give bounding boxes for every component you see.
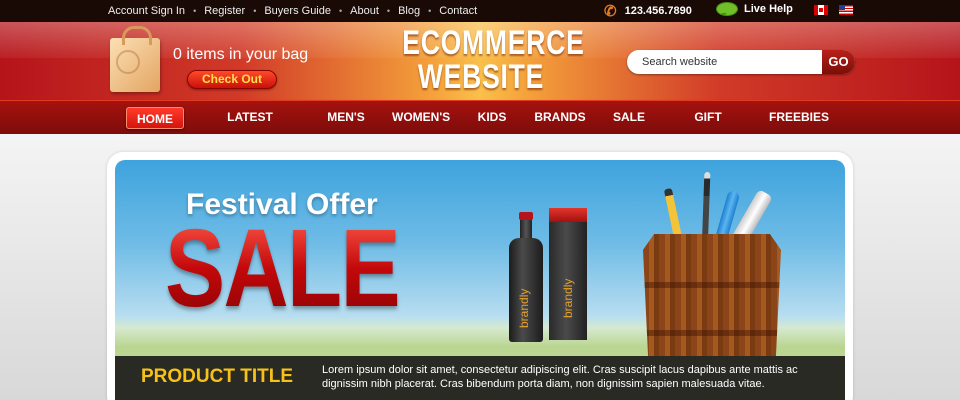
checkout-button[interactable]: Check Out [187, 70, 277, 89]
bottle-label: brandly [517, 288, 531, 328]
pen-cup-image [643, 234, 781, 366]
site-header: 0 items in your bag Check Out ECOMMERCE … [0, 22, 960, 100]
bottle-box-image [549, 208, 587, 340]
live-help-label: Live Help [744, 3, 793, 15]
product-title[interactable]: PRODUCT TITLE [141, 366, 293, 388]
account-sign-in-link[interactable]: Account Sign In [100, 5, 193, 17]
site-logo[interactable]: ECOMMERCE WEBSITE [402, 24, 585, 96]
nav-item-brands[interactable]: BRANDS [534, 101, 586, 135]
search-box: GO [627, 50, 855, 74]
register-link[interactable]: Register [196, 5, 253, 17]
contact-link[interactable]: Contact [431, 5, 485, 17]
nav-item-womens[interactable]: WOMEN'S [392, 101, 450, 135]
nav-item-mens[interactable]: MEN'S [322, 101, 370, 135]
top-bar: Account Sign In • Register • Buyers Guid… [0, 0, 960, 22]
chat-bubble-icon [716, 2, 738, 16]
nav-item-sale[interactable]: SALE [610, 101, 648, 135]
banner-sale-text: SALE [165, 207, 401, 330]
logo-line-1: ECOMMERCE [402, 24, 585, 62]
shopping-bag-icon[interactable] [110, 26, 160, 92]
product-description: Lorem ipsum dolor sit amet, consectetur … [322, 364, 798, 390]
nav-item-home[interactable]: HOME [126, 107, 184, 129]
canada-flag-icon[interactable] [814, 5, 828, 15]
phone-number: ✆ 123.456.7890 [604, 2, 692, 20]
buyers-guide-link[interactable]: Buyers Guide [256, 5, 339, 17]
nav-item-gift-cards[interactable]: GIFT CARDS [672, 101, 744, 157]
phone-icon: ✆ [604, 3, 617, 20]
nav-item-latest-arrivals[interactable]: LATEST ARRIVALS [200, 101, 300, 157]
live-help-button[interactable]: Live Help [716, 2, 793, 16]
search-go-button[interactable]: GO [822, 50, 855, 74]
nav-item-freebies[interactable]: FREEBIES [768, 101, 830, 135]
main-nav: HOME LATEST ARRIVALS MEN'S WOMEN'S KIDS … [0, 100, 960, 157]
box-label: brandly [561, 278, 575, 318]
about-link[interactable]: About [342, 5, 387, 17]
logo-line-2: WEBSITE [417, 58, 545, 96]
cart-count: 0 items in your bag [173, 46, 309, 63]
banner-caption: PRODUCT TITLE Lorem ipsum dolor sit amet… [115, 356, 845, 400]
search-input[interactable] [627, 50, 822, 74]
usa-flag-icon[interactable] [839, 5, 853, 15]
utility-links: Account Sign In • Register • Buyers Guid… [100, 0, 485, 22]
blog-link[interactable]: Blog [390, 5, 428, 17]
nav-item-kids[interactable]: KIDS [474, 101, 510, 135]
phone-number-text: 123.456.7890 [624, 5, 692, 17]
